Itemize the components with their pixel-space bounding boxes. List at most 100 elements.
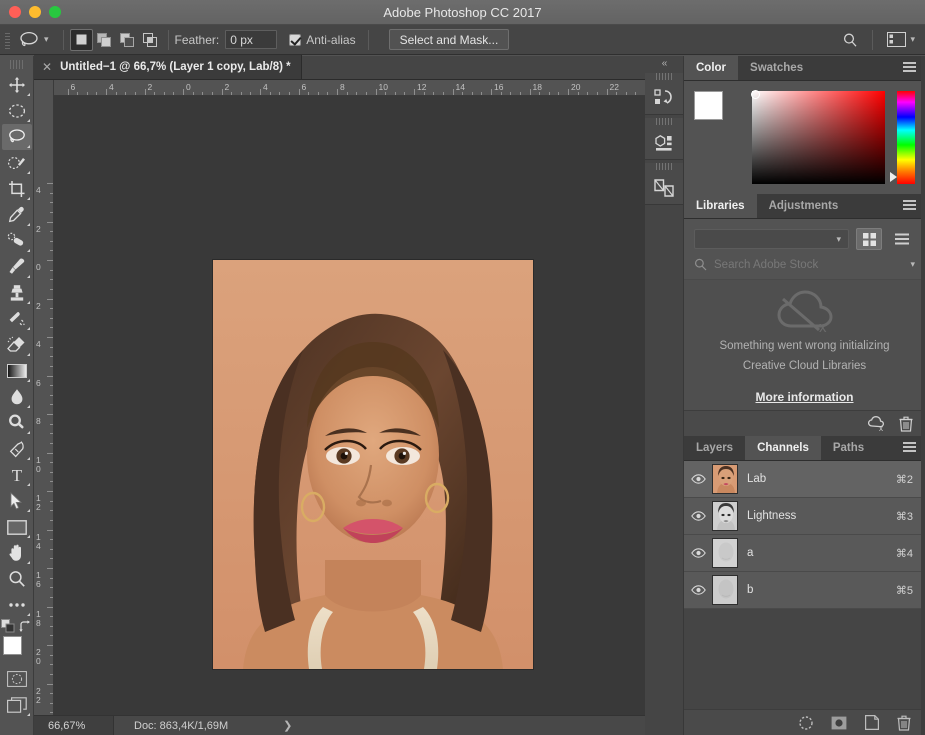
subtract-from-selection-button[interactable] xyxy=(116,29,139,51)
anti-alias-option[interactable]: Anti-alias xyxy=(289,33,361,47)
new-selection-button[interactable] xyxy=(70,29,93,51)
table-row[interactable]: b ⌘5 xyxy=(684,572,925,609)
hue-slider-handle[interactable] xyxy=(890,172,897,182)
tab-layers[interactable]: Layers xyxy=(684,436,745,460)
channel-visibility-icon[interactable] xyxy=(684,511,712,521)
rail-grip[interactable] xyxy=(656,73,672,80)
tool-flyout-indicator xyxy=(27,223,30,226)
tool-flyout-indicator xyxy=(27,561,30,564)
move-tool[interactable] xyxy=(2,72,32,98)
toolbox-grip[interactable] xyxy=(10,60,24,69)
clone-stamp-tool[interactable] xyxy=(2,280,32,306)
ruler-corner[interactable] xyxy=(34,80,54,96)
channel-visibility-icon[interactable] xyxy=(684,548,712,558)
feather-input[interactable] xyxy=(225,30,277,49)
properties-panel-icon[interactable] xyxy=(645,126,683,159)
load-channel-as-selection-icon[interactable] xyxy=(799,716,813,730)
table-row[interactable]: Lightness ⌘3 xyxy=(684,498,925,535)
ruler-tick xyxy=(47,376,54,377)
intersect-with-selection-button[interactable] xyxy=(139,29,162,51)
select-and-mask-button[interactable]: Select and Mask... xyxy=(389,29,510,50)
blur-tool[interactable] xyxy=(2,384,32,410)
ruler-label: 6 xyxy=(36,379,45,388)
type-tool[interactable]: T xyxy=(2,462,32,488)
save-selection-as-channel-icon[interactable] xyxy=(831,716,847,730)
panel-foreground-color-swatch[interactable] xyxy=(694,91,723,120)
quick-mask-icon[interactable] xyxy=(2,666,32,692)
anti-alias-checkbox[interactable] xyxy=(289,34,301,46)
delete-channel-icon[interactable] xyxy=(897,715,911,731)
dodge-tool[interactable] xyxy=(2,410,32,436)
panel-menu-icon xyxy=(903,200,916,212)
eraser-tool[interactable] xyxy=(2,332,32,358)
history-brush-tool[interactable] xyxy=(2,306,32,332)
adobe-stock-search[interactable]: Search Adobe Stock ▾ xyxy=(684,256,925,280)
tab-color[interactable]: Color xyxy=(684,56,738,80)
horizontal-ruler[interactable]: 6420246810121416182022 xyxy=(34,80,684,96)
new-channel-icon[interactable] xyxy=(865,715,879,730)
tab-swatches[interactable]: Swatches xyxy=(738,56,815,80)
panel-scrollbar[interactable] xyxy=(921,56,925,735)
hand-tool[interactable] xyxy=(2,540,32,566)
default-colors-icon[interactable] xyxy=(1,619,15,633)
tab-adjustments[interactable]: Adjustments xyxy=(757,194,851,218)
gradient-tool[interactable] xyxy=(2,358,32,384)
path-selection-tool[interactable] xyxy=(2,488,32,514)
document-tab[interactable]: ✕ Untitled−1 @ 66,7% (Layer 1 copy, Lab/… xyxy=(34,55,302,79)
foreground-color-swatch[interactable] xyxy=(3,636,22,655)
ruler-label: 20 xyxy=(571,83,580,92)
tab-libraries[interactable]: Libraries xyxy=(684,194,757,218)
rectangle-tool[interactable] xyxy=(2,514,32,540)
channel-visibility-icon[interactable] xyxy=(684,474,712,484)
zoom-level-field[interactable]: 66,67% xyxy=(34,716,114,735)
search-input[interactable]: Search Adobe Stock xyxy=(714,259,903,271)
channel-visibility-icon[interactable] xyxy=(684,585,712,595)
rail-grip[interactable] xyxy=(656,118,672,125)
elliptical-marquee-tool[interactable] xyxy=(2,98,32,124)
more-information-link[interactable]: More information xyxy=(756,390,854,404)
edit-toolbar-tool[interactable] xyxy=(2,592,32,618)
list-view-icon[interactable] xyxy=(889,228,915,250)
options-bar-grip[interactable] xyxy=(3,31,12,49)
color-swatches[interactable] xyxy=(2,636,32,666)
canvas-image[interactable] xyxy=(213,260,533,669)
channel-thumbnail xyxy=(712,501,738,531)
quick-selection-tool[interactable] xyxy=(2,150,32,176)
sync-error-icon[interactable]: x xyxy=(868,416,885,431)
layer-comps-panel-icon[interactable] xyxy=(645,171,683,204)
lasso-tool[interactable] xyxy=(2,124,32,150)
pen-tool[interactable] xyxy=(2,436,32,462)
tool-flyout-indicator xyxy=(27,93,30,96)
history-panel-icon[interactable] xyxy=(645,81,683,114)
search-icon[interactable] xyxy=(842,32,858,48)
libraries-error-line2: Creative Cloud Libraries xyxy=(743,358,866,374)
add-to-selection-button[interactable] xyxy=(93,29,116,51)
vertical-ruler[interactable]: 42024681 01 21 41 61 82 02 22 42 6 xyxy=(34,96,54,735)
screen-mode-icon[interactable] xyxy=(2,692,32,718)
table-row[interactable]: Lab ⌘2 xyxy=(684,461,925,498)
swap-colors-icon[interactable] xyxy=(19,620,32,633)
status-bar-expand-icon[interactable]: ❯ xyxy=(228,719,292,732)
eyedropper-tool[interactable] xyxy=(2,202,32,228)
grid-view-icon[interactable] xyxy=(856,228,882,250)
workspace-switcher[interactable]: ▾ xyxy=(887,32,915,47)
close-icon[interactable]: ✕ xyxy=(42,61,52,73)
brush-tool[interactable] xyxy=(2,254,32,280)
ruler-label: 1 4 xyxy=(36,533,45,551)
crop-tool[interactable] xyxy=(2,176,32,202)
chevron-down-icon[interactable]: ▾ xyxy=(910,259,915,270)
table-row[interactable]: a ⌘4 xyxy=(684,535,925,572)
ruler-tick xyxy=(47,684,54,685)
library-select[interactable]: ▾ xyxy=(694,229,849,249)
healing-brush-tool[interactable] xyxy=(2,228,32,254)
delete-icon[interactable] xyxy=(899,416,913,432)
color-field[interactable] xyxy=(752,91,885,184)
tab-channels[interactable]: Channels xyxy=(745,436,821,460)
canvas-scroll-area[interactable] xyxy=(54,96,684,735)
zoom-tool[interactable] xyxy=(2,566,32,592)
tool-preset-picker[interactable]: ▾ xyxy=(12,30,57,50)
rail-grip[interactable] xyxy=(656,163,672,170)
collapse-panels-icon[interactable]: « xyxy=(645,56,683,70)
hue-slider[interactable] xyxy=(897,91,915,184)
tab-paths[interactable]: Paths xyxy=(821,436,876,460)
